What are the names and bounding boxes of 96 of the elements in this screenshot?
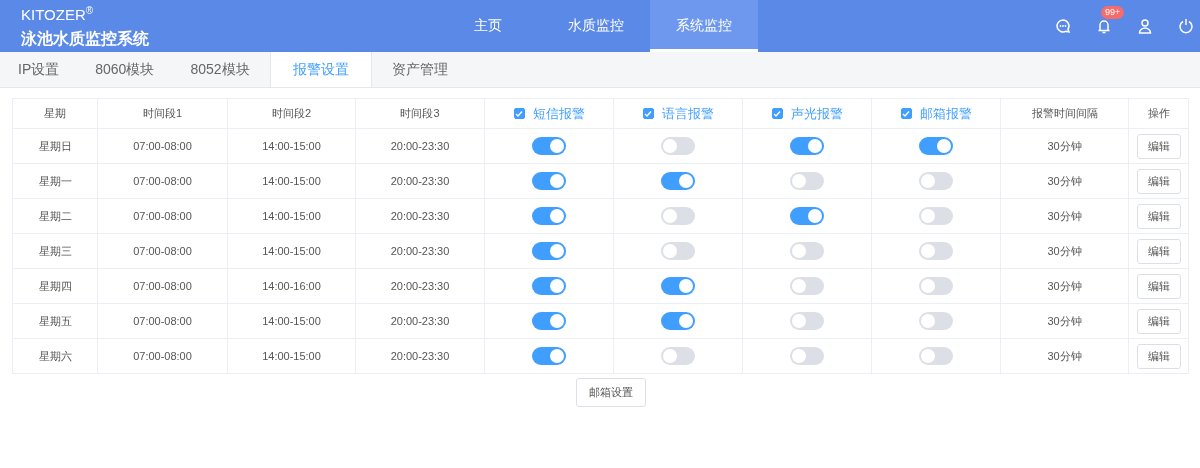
table-cell: 30分钟 [1047,173,1082,189]
table-cell: 14:00-15:00 [262,350,321,362]
table-cell: 20:00-23:30 [390,140,450,152]
table-cell: 星期三 [38,243,72,259]
column-header: 语言报警 [661,104,714,123]
toggle-switch[interactable] [790,312,824,330]
tab[interactable]: 8060模块 [77,52,173,87]
table-cell: 07:00-08:00 [133,175,192,187]
table-cell: 30分钟 [1047,348,1082,364]
edit-button[interactable]: 编辑 [1136,238,1181,264]
notification-icon[interactable] [1096,18,1112,34]
table-cell: 星期五 [38,313,72,329]
toggle-switch[interactable] [790,137,824,155]
edit-button[interactable]: 编辑 [1136,273,1181,299]
toggle-switch[interactable] [919,312,953,330]
email-settings-button[interactable]: 邮箱设置 [576,378,646,407]
table-cell: 20:00-23:30 [390,210,450,222]
column-header: 短信报警 [532,104,585,123]
tab[interactable]: 8052模块 [172,52,268,87]
toggle-switch[interactable] [661,347,695,365]
tab[interactable]: 资产管理 [373,52,466,87]
table-cell: 30分钟 [1047,313,1082,329]
table-cell: 20:00-23:30 [390,245,450,257]
toggle-switch[interactable] [532,277,566,295]
table-cell: 14:00-15:00 [262,210,321,222]
edit-button[interactable]: 编辑 [1136,203,1181,229]
toggle-switch[interactable] [790,277,824,295]
column-header: 时间段3 [400,106,440,121]
table-cell: 07:00-08:00 [133,210,192,222]
toggle-switch[interactable] [919,137,953,155]
table-cell: 07:00-08:00 [133,350,192,362]
column-header: 邮箱报警 [919,104,972,123]
toggle-switch[interactable] [661,172,695,190]
table-cell: 14:00-15:00 [262,245,321,257]
checkbox[interactable] [513,108,525,119]
table-cell: 星期日 [38,138,72,154]
edit-button[interactable]: 编辑 [1136,308,1181,334]
toggle-switch[interactable] [661,137,695,155]
checkbox[interactable] [642,108,654,119]
toggle-switch[interactable] [661,242,695,260]
toggle-switch[interactable] [790,207,824,225]
table-cell: 07:00-08:00 [133,140,192,152]
column-header: 报警时间间隔 [1031,106,1098,121]
table-cell: 14:00-16:00 [262,280,321,292]
toggle-switch[interactable] [532,242,566,260]
toggle-switch[interactable] [661,207,695,225]
app-title: 泳池水质监控系统 [21,29,150,49]
message-icon[interactable] [1055,18,1071,34]
checkbox[interactable] [771,108,783,119]
table-cell: 30分钟 [1047,278,1082,294]
tab[interactable]: IP设置 [0,52,78,87]
toggle-switch[interactable] [532,312,566,330]
toggle-switch[interactable] [532,172,566,190]
toggle-switch[interactable] [790,172,824,190]
table-cell: 20:00-23:30 [390,350,450,362]
table-cell: 07:00-08:00 [133,315,192,327]
toggle-switch[interactable] [532,347,566,365]
toggle-switch[interactable] [790,242,824,260]
table-cell: 20:00-23:30 [390,280,450,292]
toggle-switch[interactable] [919,172,953,190]
table-cell: 星期四 [38,278,72,294]
table-cell: 30分钟 [1047,208,1082,224]
table-cell: 07:00-08:00 [133,280,192,292]
column-header: 时间段2 [271,106,312,121]
toggle-switch[interactable] [919,277,953,295]
toggle-switch[interactable] [919,347,953,365]
edit-button[interactable]: 编辑 [1136,168,1181,194]
table-cell: 20:00-23:30 [390,315,450,327]
toggle-switch[interactable] [919,207,953,225]
table-cell: 30分钟 [1047,138,1082,154]
checkbox[interactable] [900,108,912,119]
table-cell: 星期二 [38,208,72,224]
table-cell: 星期一 [38,173,72,189]
toggle-switch[interactable] [919,242,953,260]
brand-name: KITOZER$^{®}$ [21,4,95,24]
power-icon[interactable] [1178,18,1194,34]
toggle-switch[interactable] [532,207,566,225]
toggle-switch[interactable] [661,312,695,330]
column-header: 操作 [1147,106,1170,121]
table-cell: 14:00-15:00 [262,175,321,187]
edit-button[interactable]: 编辑 [1136,343,1181,369]
user-icon[interactable] [1137,18,1153,34]
table-cell: 20:00-23:30 [390,175,450,187]
column-header: 声光报警 [790,104,843,123]
toggle-switch[interactable] [532,137,566,155]
table-cell: 星期六 [38,348,72,364]
notification-badge: 99+ [1101,6,1125,19]
table-cell: 14:00-15:00 [262,315,321,327]
column-header: 星期 [44,106,66,121]
table-cell: 30分钟 [1047,243,1082,259]
table-cell: 07:00-08:00 [133,245,192,257]
toggle-switch[interactable] [661,277,695,295]
table-cell: 14:00-15:00 [262,140,321,152]
toggle-switch[interactable] [790,347,824,365]
column-header: 时间段1 [142,106,183,121]
edit-button[interactable]: 编辑 [1136,133,1181,159]
